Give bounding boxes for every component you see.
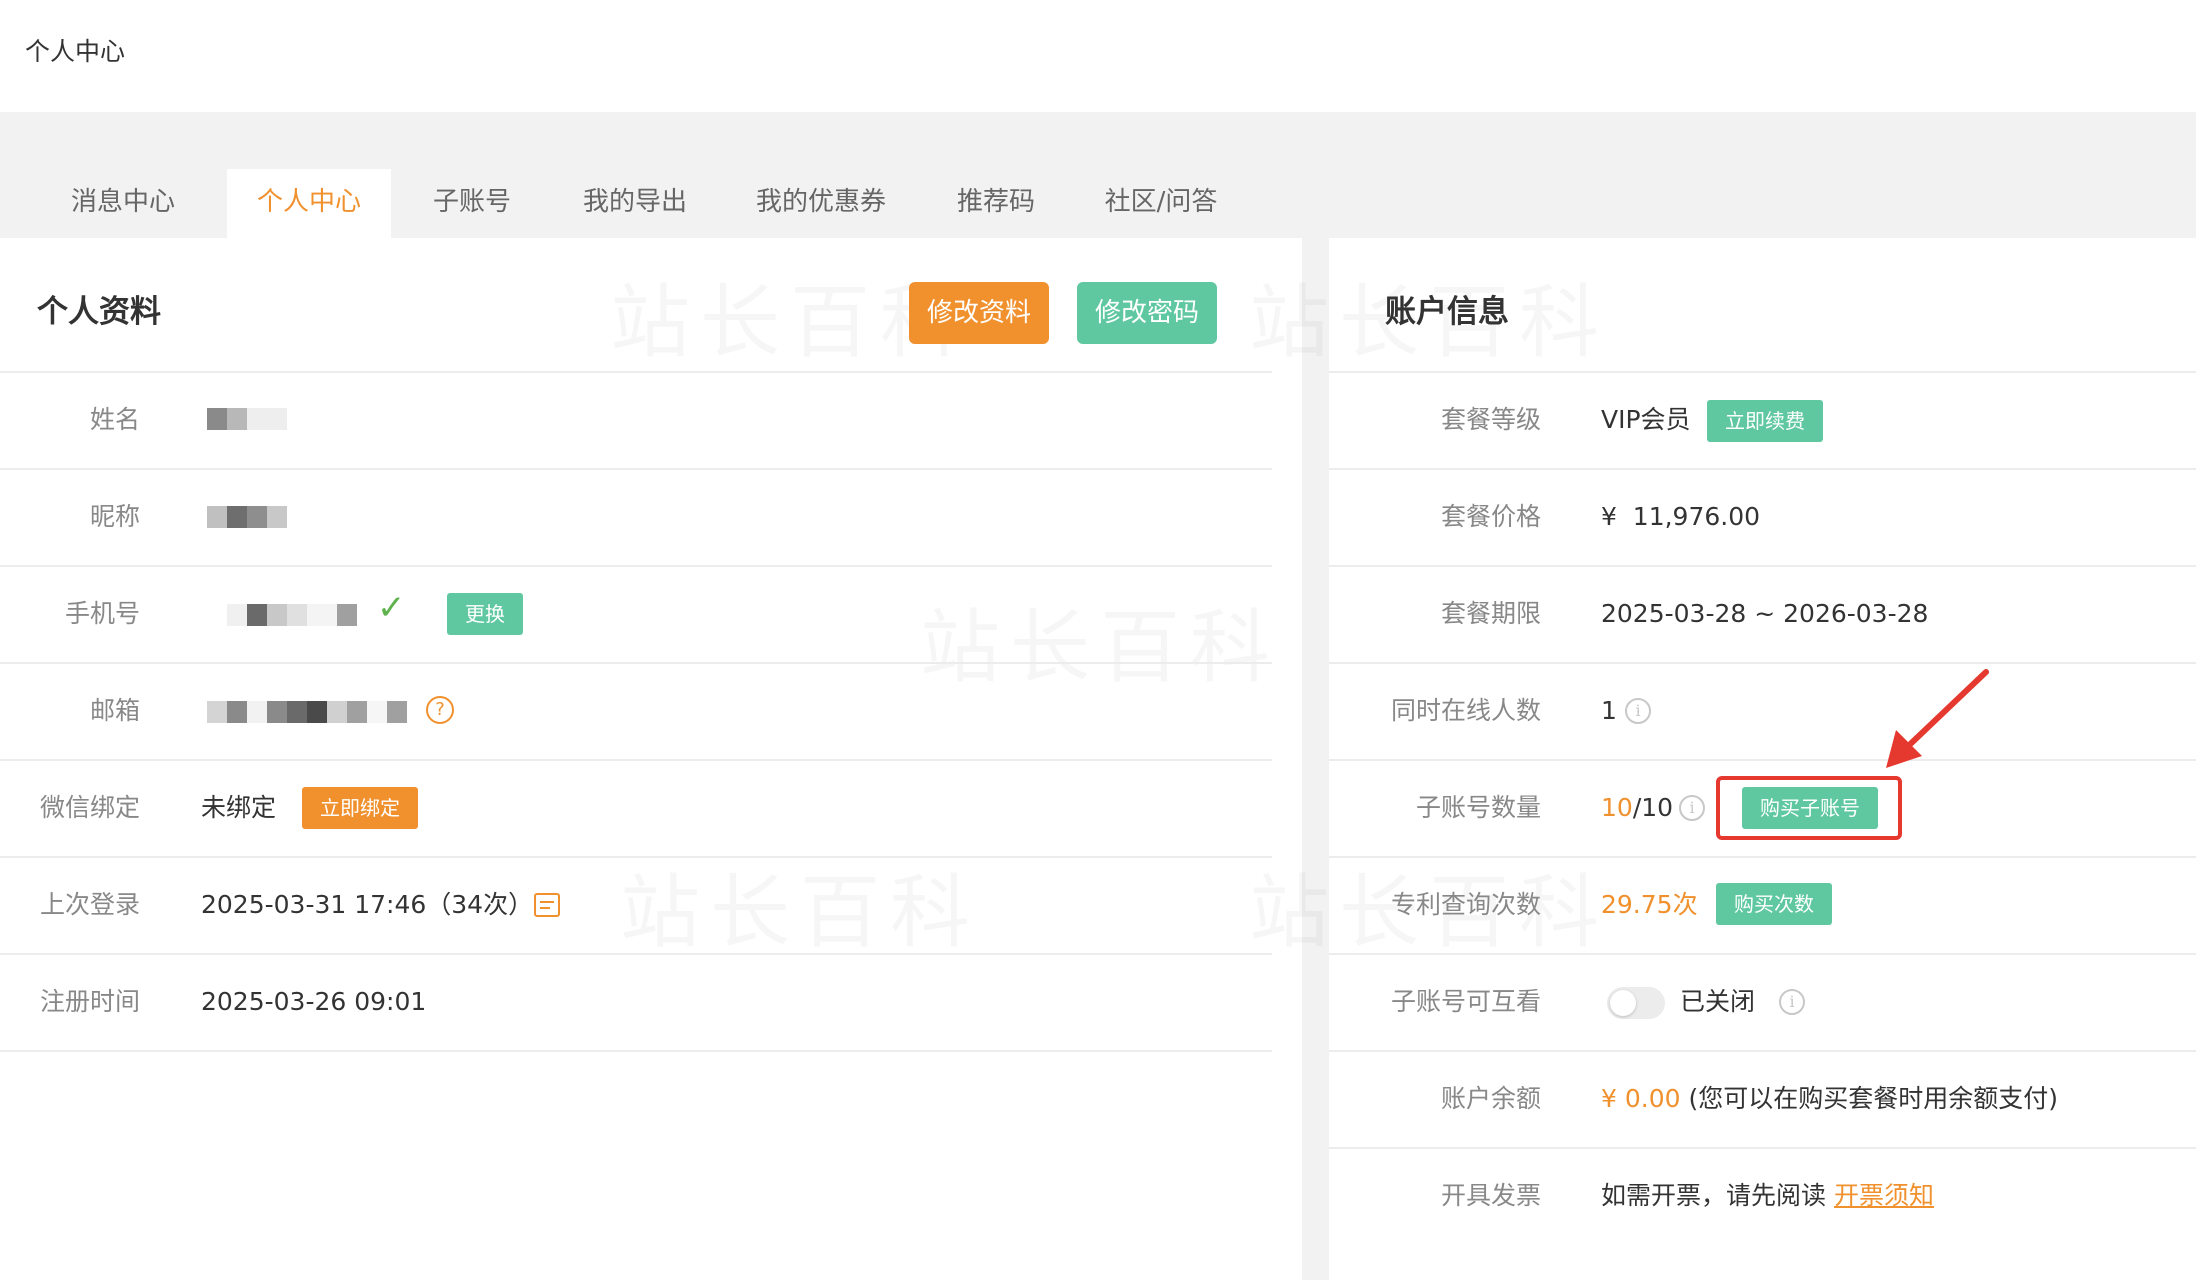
balance-label: 账户余额	[1440, 1084, 1541, 1113]
invoice-label: 开具发票	[1440, 1181, 1541, 1210]
last-login-value: 2025-03-31 17:46（34次）	[201, 890, 534, 919]
register-time-value: 2025-03-26 09:01	[201, 987, 427, 1016]
row-email: 邮箱 ?	[0, 663, 1272, 759]
change-phone-button[interactable]: 更换	[447, 593, 523, 635]
sub-account-visibility-label: 子账号可互看	[1390, 987, 1541, 1016]
online-users-value: 1	[1601, 696, 1617, 725]
email-label: 邮箱	[89, 696, 140, 725]
tab-my-coupons[interactable]: 我的优惠券	[747, 169, 895, 238]
divider	[0, 1050, 1272, 1052]
row-last-login: 上次登录 2025-03-31 17:46（34次）	[0, 857, 1272, 953]
row-invoice: 开具发票 如需开票，请先阅读 开票须知	[1329, 1148, 2196, 1244]
page-title: 个人中心	[25, 37, 126, 66]
balance-value: ¥ 0.00 (您可以在购买套餐时用余额支付)	[1601, 1051, 2058, 1147]
sub-account-count-value: 10/10	[1601, 760, 1673, 856]
tab-referral-code[interactable]: 推荐码	[944, 169, 1048, 238]
phone-value-redacted	[227, 604, 357, 626]
tab-personal-center[interactable]: 个人中心	[227, 169, 391, 238]
calendar-icon[interactable]	[534, 893, 560, 917]
profile-panel: 站长百科 站长百科 站长百科 个人资料 修改资料 修改密码 姓名 昵称 手机号 …	[0, 238, 1272, 1280]
verified-check-icon: ✓	[377, 588, 406, 628]
patent-queries-value: 29.75次	[1601, 890, 1698, 919]
nickname-label: 昵称	[89, 502, 140, 531]
phone-label: 手机号	[64, 599, 140, 628]
plan-period-value: 2025-03-28 ~ 2026-03-28	[1601, 599, 1929, 628]
tab-community-qa[interactable]: 社区/问答	[1096, 169, 1226, 238]
toggle-knob	[1610, 990, 1636, 1016]
row-plan-price: 套餐价格 ¥ 11,976.00	[1329, 469, 2196, 565]
email-value-redacted	[207, 701, 407, 723]
annotation-arrow-icon	[1886, 669, 1989, 768]
plan-price-label: 套餐价格	[1440, 502, 1541, 531]
invoice-instruction: 如需开票，请先阅读	[1601, 1181, 1827, 1210]
row-balance: 账户余额 ¥ 0.00 (您可以在购买套餐时用余额支付)	[1329, 1051, 2196, 1147]
row-plan-level: 套餐等级 VIP会员 立即续费	[1329, 372, 2196, 468]
sub-account-count-label: 子账号数量	[1415, 793, 1541, 822]
name-value-redacted	[207, 408, 287, 430]
sub-account-visibility-state: 已关闭	[1680, 987, 1756, 1016]
info-icon[interactable]: i	[1779, 989, 1805, 1015]
register-time-label: 注册时间	[39, 987, 140, 1016]
wechat-status: 未绑定	[201, 793, 277, 822]
top-bar: 个人中心	[0, 0, 2196, 112]
plan-price-value: ¥ 11,976.00	[1601, 502, 1761, 531]
panel-gutter	[1302, 238, 1329, 1280]
row-register-time: 注册时间 2025-03-26 09:01	[0, 954, 1272, 1050]
account-title: 账户信息	[1385, 294, 1509, 330]
balance-amount: ¥ 0.00	[1601, 1084, 1681, 1113]
row-online-users: 同时在线人数 1 i	[1329, 663, 2196, 759]
nickname-value-redacted	[207, 506, 287, 528]
renew-button[interactable]: 立即续费	[1707, 400, 1823, 442]
row-patent-queries: 专利查询次数 29.75次 购买次数	[1329, 857, 2196, 953]
buy-queries-button[interactable]: 购买次数	[1716, 883, 1832, 925]
plan-level-value: VIP会员	[1601, 405, 1691, 434]
info-icon[interactable]: i	[1679, 795, 1705, 821]
account-panel: 站长百科 站长百科 账户信息 套餐等级 VIP会员 立即续费 套餐价格 ¥ 11…	[1329, 238, 2196, 1280]
tab-messages[interactable]: 消息中心	[58, 169, 188, 238]
tab-bar: 消息中心 个人中心 子账号 我的导出 我的优惠券 推荐码 社区/问答	[0, 112, 2196, 238]
info-icon[interactable]: i	[1625, 698, 1651, 724]
row-sub-account-visibility: 子账号可互看 已关闭 i	[1329, 954, 2196, 1050]
email-help-icon[interactable]: ?	[426, 696, 454, 724]
plan-period-label: 套餐期限	[1440, 599, 1541, 628]
last-login-label: 上次登录	[39, 890, 140, 919]
edit-profile-button[interactable]: 修改资料	[909, 282, 1049, 344]
name-label: 姓名	[89, 405, 140, 434]
row-plan-period: 套餐期限 2025-03-28 ~ 2026-03-28	[1329, 566, 2196, 662]
profile-title: 个人资料	[37, 294, 161, 330]
bind-wechat-button[interactable]: 立即绑定	[302, 787, 418, 829]
sub-account-total: /10	[1632, 793, 1674, 822]
balance-note: (您可以在购买套餐时用余额支付)	[1688, 1084, 2058, 1113]
change-password-button[interactable]: 修改密码	[1077, 282, 1217, 344]
sub-account-visibility-toggle[interactable]	[1607, 987, 1665, 1019]
plan-level-label: 套餐等级	[1440, 405, 1541, 434]
row-wechat: 微信绑定 未绑定 立即绑定	[0, 760, 1272, 856]
invoice-text: 如需开票，请先阅读 开票须知	[1601, 1148, 1934, 1244]
highlight-box	[1716, 776, 1902, 840]
tab-sub-accounts[interactable]: 子账号	[420, 169, 524, 238]
tab-my-exports[interactable]: 我的导出	[570, 169, 700, 238]
row-name: 姓名	[0, 372, 1272, 468]
row-phone: 手机号 ✓ 更换	[0, 566, 1272, 662]
sub-account-used: 10	[1601, 793, 1633, 822]
wechat-label: 微信绑定	[39, 793, 140, 822]
online-users-label: 同时在线人数	[1390, 696, 1541, 725]
invoice-notice-link[interactable]: 开票须知	[1834, 1181, 1934, 1210]
row-nickname: 昵称	[0, 469, 1272, 565]
patent-queries-label: 专利查询次数	[1390, 890, 1541, 919]
